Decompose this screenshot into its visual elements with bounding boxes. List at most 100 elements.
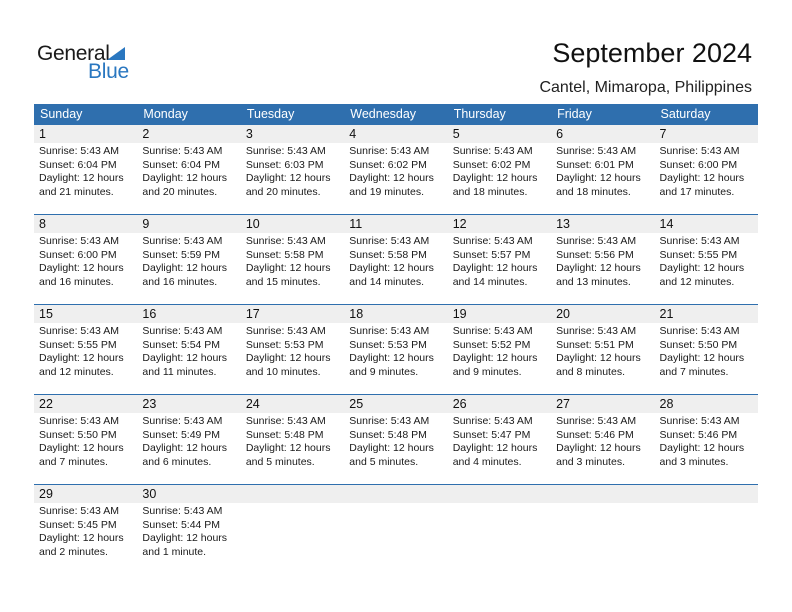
- daylight-duration: Daylight: 12 hours: [556, 262, 641, 274]
- sun-info: Sunrise: 5:43 AM Sunset: 6:00 PM Daylight:…: [655, 143, 758, 199]
- day-cell: 15 Sunrise: 5:43 AM Sunset: 5:55 PM Dayligh…: [34, 305, 138, 394]
- sunset-time: Sunset: 5:45 PM: [39, 518, 117, 531]
- day-cell: 7 Sunrise: 5:43 AM Sunset: 6:00 PM Daylight…: [654, 125, 758, 214]
- sunrise-time: Sunrise: 5:43 AM: [556, 325, 637, 337]
- sunrise-time: Sunrise: 5:43 AM: [452, 145, 533, 157]
- weekday-sunday: Sunday: [40, 107, 83, 121]
- daylight-duration: and 16 minutes.: [142, 275, 218, 288]
- sun-info: Sunrise: 5:43 AM Sunset: 5:58 PM Daylight:…: [241, 233, 344, 289]
- weekday-saturday: Saturday: [660, 107, 711, 121]
- week-cells: 29 Sunrise: 5:43 AM Sunset: 5:45 PM Dayligh…: [34, 485, 758, 574]
- day-number: [240, 485, 345, 503]
- sunset-time: Sunset: 5:57 PM: [452, 248, 531, 261]
- daylight-duration: and 20 minutes.: [245, 185, 321, 198]
- sun-info: Sunrise: 5:43 AM Sunset: 5:55 PM Daylight:…: [655, 233, 758, 289]
- daylight-duration: and 19 minutes.: [349, 185, 424, 198]
- sunrise-time: Sunrise: 5:43 AM: [142, 505, 223, 517]
- sunrise-time: Sunrise: 5:43 AM: [349, 415, 430, 427]
- sunrise-time: Sunrise: 5:43 AM: [39, 415, 119, 427]
- daylight-duration: Daylight: 12 hours: [556, 172, 641, 184]
- sunrise-time: Sunrise: 5:43 AM: [659, 235, 740, 247]
- sun-info: Sunrise: 5:43 AM Sunset: 5:51 PM Daylight:…: [551, 323, 654, 379]
- weekday-header: Sunday Monday Tuesday Wednesday Thursday…: [34, 104, 758, 125]
- day-cell: 16 Sunrise: 5:43 AM Sunset: 5:54 PM Dayligh…: [137, 305, 241, 394]
- sun-info: Sunrise: 5:43 AM Sunset: 6:00 PM Daylight:…: [34, 233, 137, 289]
- sun-info: Sunrise: 5:43 AM Sunset: 6:02 PM Daylight:…: [448, 143, 551, 199]
- sunset-time: Sunset: 5:52 PM: [452, 338, 531, 351]
- day-number: 25: [344, 395, 448, 413]
- day-cell: 4 Sunrise: 5:43 AM Sunset: 6:02 PM Daylight…: [344, 125, 448, 214]
- calendar-week-row: 15 Sunrise: 5:43 AM Sunset: 5:55 PM Dayligh…: [34, 304, 758, 394]
- day-number: 16: [137, 305, 241, 323]
- day-number: 15: [34, 305, 138, 323]
- sunrise-time: Sunrise: 5:43 AM: [452, 235, 533, 247]
- day-cell: 28 Sunrise: 5:43 AM Sunset: 5:46 PM Dayligh…: [654, 395, 758, 484]
- daylight-duration: Daylight: 12 hours: [659, 352, 745, 364]
- daylight-duration: Daylight: 12 hours: [659, 172, 745, 184]
- logo-text-blue: Blue: [88, 60, 129, 83]
- calendar-week-row: 22 Sunrise: 5:43 AM Sunset: 5:50 PM Dayligh…: [34, 394, 758, 484]
- daylight-duration: and 4 minutes.: [452, 455, 522, 468]
- day-number: 4: [344, 125, 448, 143]
- daylight-duration: and 18 minutes.: [452, 185, 528, 198]
- day-number: 9: [137, 215, 241, 233]
- daylight-duration: and 6 minutes.: [142, 455, 212, 468]
- week-cells: 1 Sunrise: 5:43 AM Sunset: 6:04 PM Daylight…: [34, 125, 758, 214]
- empty-day-cell: [654, 485, 758, 574]
- sunrise-time: Sunrise: 5:43 AM: [245, 415, 326, 427]
- day-cell: 1 Sunrise: 5:43 AM Sunset: 6:04 PM Daylight…: [34, 125, 138, 214]
- weekday-friday: Friday: [557, 107, 592, 121]
- day-number: 8: [34, 215, 138, 233]
- sun-info: Sunrise: 5:43 AM Sunset: 5:45 PM Daylight:…: [34, 503, 137, 559]
- sunrise-time: Sunrise: 5:43 AM: [39, 505, 119, 517]
- day-cell: 22 Sunrise: 5:43 AM Sunset: 5:50 PM Dayligh…: [34, 395, 138, 484]
- sunset-time: Sunset: 5:46 PM: [556, 428, 634, 441]
- daylight-duration: Daylight: 12 hours: [349, 172, 434, 184]
- day-cell: 29 Sunrise: 5:43 AM Sunset: 5:45 PM Dayligh…: [34, 485, 138, 574]
- daylight-duration: and 9 minutes.: [349, 365, 419, 378]
- day-number: 7: [654, 125, 758, 143]
- sunset-time: Sunset: 6:04 PM: [39, 158, 117, 171]
- daylight-duration: Daylight: 12 hours: [39, 352, 124, 364]
- daylight-duration: Daylight: 12 hours: [245, 172, 331, 184]
- empty-day-cell: [447, 485, 552, 574]
- sunrise-time: Sunrise: 5:43 AM: [659, 415, 740, 427]
- day-number: 11: [344, 215, 448, 233]
- brand-logo: General Blue: [37, 42, 137, 83]
- daylight-duration: Daylight: 12 hours: [349, 442, 434, 454]
- sun-info: Sunrise: 5:43 AM Sunset: 5:53 PM Daylight:…: [241, 323, 344, 379]
- sun-info: Sunrise: 5:43 AM Sunset: 5:46 PM Daylight:…: [551, 413, 654, 469]
- sunrise-time: Sunrise: 5:43 AM: [659, 325, 740, 337]
- empty-day-cell: [240, 485, 345, 574]
- day-number: 20: [551, 305, 655, 323]
- daylight-duration: Daylight: 12 hours: [142, 352, 228, 364]
- sunset-time: Sunset: 5:59 PM: [142, 248, 221, 261]
- sunrise-time: Sunrise: 5:43 AM: [245, 325, 326, 337]
- day-number: 17: [240, 305, 345, 323]
- sunset-time: Sunset: 6:00 PM: [39, 248, 117, 261]
- sun-info: Sunrise: 5:43 AM Sunset: 6:04 PM Daylight:…: [137, 143, 240, 199]
- empty-day-cell: [344, 485, 448, 574]
- daylight-duration: and 12 minutes.: [659, 275, 735, 288]
- sun-info: Sunrise: 5:43 AM Sunset: 5:50 PM Daylight:…: [34, 413, 137, 469]
- day-number: 1: [34, 125, 138, 143]
- sun-info: Sunrise: 5:43 AM Sunset: 5:50 PM Daylight:…: [655, 323, 758, 379]
- sunrise-time: Sunrise: 5:43 AM: [142, 415, 223, 427]
- daylight-duration: Daylight: 12 hours: [39, 532, 124, 544]
- day-cell: 20 Sunrise: 5:43 AM Sunset: 5:51 PM Dayligh…: [551, 305, 655, 394]
- week-cells: 15 Sunrise: 5:43 AM Sunset: 5:55 PM Dayligh…: [34, 305, 758, 394]
- page-title: September 2024: [552, 38, 752, 68]
- daylight-duration: and 3 minutes.: [556, 455, 625, 468]
- day-cell: 23 Sunrise: 5:43 AM Sunset: 5:49 PM Dayligh…: [137, 395, 241, 484]
- sunset-time: Sunset: 6:03 PM: [245, 158, 324, 171]
- daylight-duration: and 10 minutes.: [245, 365, 321, 378]
- sunset-time: Sunset: 6:01 PM: [556, 158, 634, 171]
- weekday-tuesday: Tuesday: [246, 107, 295, 121]
- sun-info: Sunrise: 5:43 AM Sunset: 5:58 PM Daylight:…: [344, 233, 447, 289]
- sunrise-time: Sunrise: 5:43 AM: [142, 145, 223, 157]
- day-cell: 3 Sunrise: 5:43 AM Sunset: 6:03 PM Daylight…: [240, 125, 345, 214]
- daylight-duration: Daylight: 12 hours: [452, 442, 538, 454]
- day-cell: 2 Sunrise: 5:43 AM Sunset: 6:04 PM Daylight…: [137, 125, 241, 214]
- day-cell: 9 Sunrise: 5:43 AM Sunset: 5:59 PM Daylight…: [137, 215, 241, 304]
- weekday-wednesday: Wednesday: [350, 107, 417, 121]
